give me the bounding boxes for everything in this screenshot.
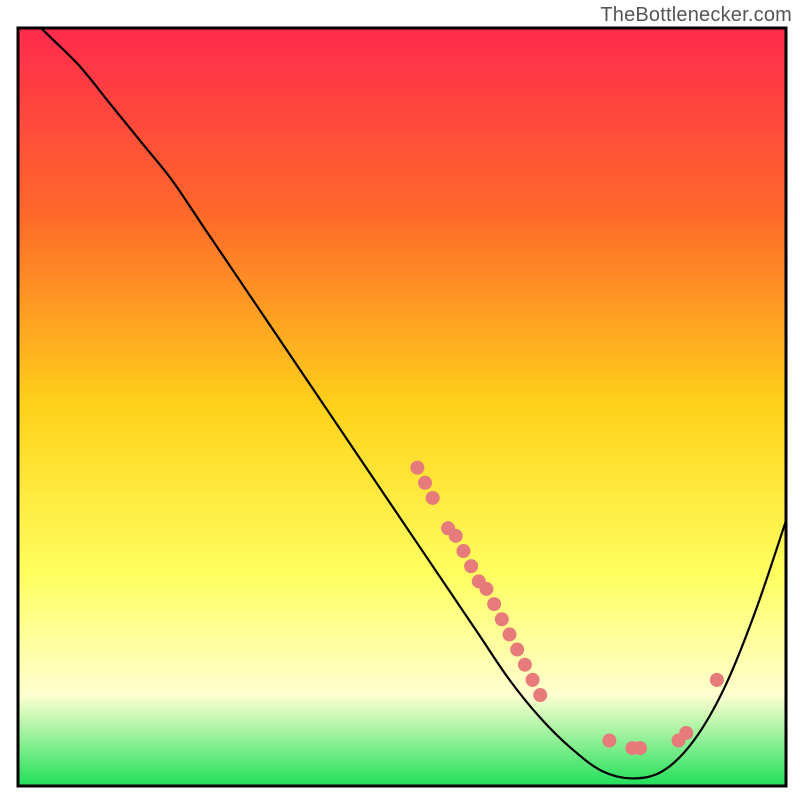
data-point (533, 688, 547, 702)
data-point (526, 673, 540, 687)
data-point (464, 559, 478, 573)
data-point (418, 476, 432, 490)
data-point (410, 461, 424, 475)
data-point (479, 582, 493, 596)
data-point (510, 643, 524, 657)
data-point (679, 726, 693, 740)
data-point (487, 597, 501, 611)
data-point (710, 673, 724, 687)
data-point (456, 544, 470, 558)
data-point (449, 529, 463, 543)
watermark-text: TheBottlenecker.com (600, 4, 792, 27)
chart-container: TheBottlenecker.com (0, 0, 800, 800)
data-point (633, 741, 647, 755)
chart-svg (0, 0, 800, 800)
gradient-background (18, 28, 786, 786)
data-point (426, 491, 440, 505)
data-point (495, 612, 509, 626)
data-point (518, 658, 532, 672)
data-point (602, 734, 616, 748)
plot-area (18, 5, 786, 786)
data-point (503, 627, 517, 641)
